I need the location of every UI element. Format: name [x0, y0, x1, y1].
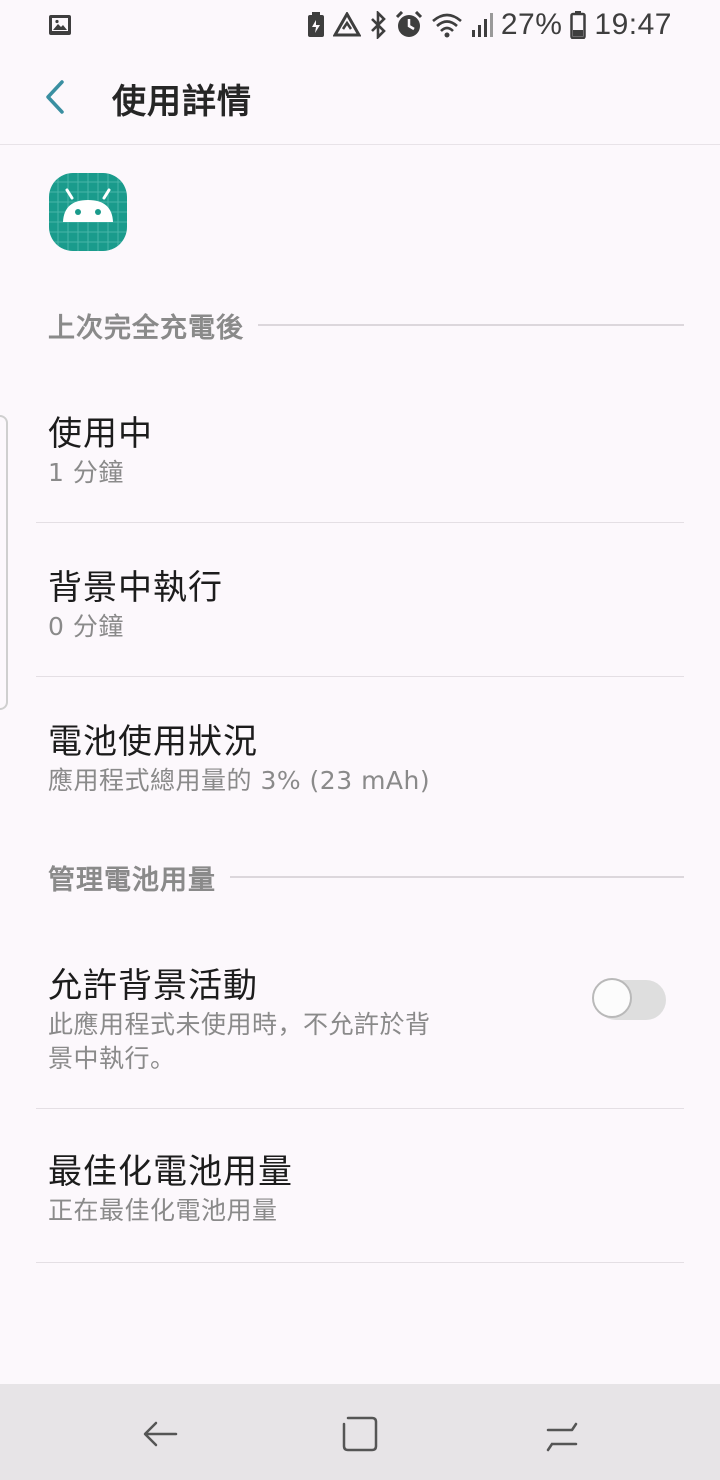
section-divider: [258, 324, 684, 326]
recycle-icon: [332, 12, 361, 37]
divider: [36, 1262, 684, 1263]
battery-usage-item[interactable]: 電池使用狀況 應用程式總用量的 3% (23 mAh): [36, 700, 684, 820]
item-title: 背景中執行: [48, 568, 223, 608]
clock: 19:47: [594, 8, 672, 41]
screen: 27% 19:47 使用詳情 上次完全充電後 使用中 1 分鐘 背景中執行 0 …: [0, 0, 720, 1480]
item-title: 使用中: [48, 414, 153, 454]
item-title: 電池使用狀況: [48, 722, 258, 762]
foreground-usage-item[interactable]: 使用中 1 分鐘: [36, 392, 684, 522]
chevron-left-icon: [46, 80, 64, 114]
battery-icon: [570, 11, 587, 39]
nav-back-button[interactable]: [138, 1412, 182, 1456]
section-header-manage-battery: 管理電池用量: [48, 857, 684, 897]
section-label: 管理電池用量: [48, 864, 216, 896]
android-app-icon: [48, 172, 128, 252]
divider: [36, 676, 684, 677]
item-title: 允許背景活動: [48, 966, 258, 1006]
item-value: 正在最佳化電池用量: [48, 1196, 278, 1225]
divider: [36, 522, 684, 523]
section-divider: [230, 876, 684, 878]
bluetooth-icon: [370, 11, 386, 39]
signal-icon: [471, 13, 493, 37]
toggle-thumb: [592, 978, 632, 1018]
allow-background-activity-item[interactable]: 允許背景活動 此應用程式未使用時，不允許於背 景中執行。: [36, 944, 684, 1108]
item-value: 0 分鐘: [48, 612, 124, 641]
divider: [36, 1108, 684, 1109]
arrow-left-icon: [143, 1421, 178, 1447]
page-title: 使用詳情: [112, 82, 252, 122]
item-description-line-1: 此應用程式未使用時，不允許於背: [48, 1010, 431, 1039]
item-title: 最佳化電池用量: [48, 1152, 293, 1192]
edge-panel-handle[interactable]: [0, 415, 8, 710]
alarm-icon: [395, 11, 422, 37]
square-icon: [342, 1416, 378, 1452]
section-header-since-full-charge: 上次完全充電後: [48, 305, 684, 345]
item-value: 1 分鐘: [48, 458, 124, 487]
section-label: 上次完全充電後: [48, 312, 244, 344]
battery-percent: 27%: [500, 8, 563, 41]
item-description-line-2: 景中執行。: [48, 1044, 176, 1073]
battery-saver-icon: [307, 12, 324, 37]
back-button[interactable]: [36, 74, 76, 120]
status-bar: 27% 19:47: [0, 0, 720, 50]
image-icon: [49, 15, 71, 35]
app-bar: 使用詳情: [0, 50, 720, 145]
wifi-icon: [432, 13, 462, 38]
nav-recents-button[interactable]: [540, 1412, 584, 1456]
nav-home-button[interactable]: [338, 1412, 382, 1456]
item-value: 應用程式總用量的 3% (23 mAh): [48, 766, 431, 795]
recents-icon: [546, 1422, 578, 1452]
background-usage-item[interactable]: 背景中執行 0 分鐘: [36, 546, 684, 676]
optimize-battery-item[interactable]: 最佳化電池用量 正在最佳化電池用量: [36, 1130, 684, 1260]
allow-background-toggle[interactable]: [592, 976, 668, 1020]
navigation-bar: [0, 1384, 720, 1480]
